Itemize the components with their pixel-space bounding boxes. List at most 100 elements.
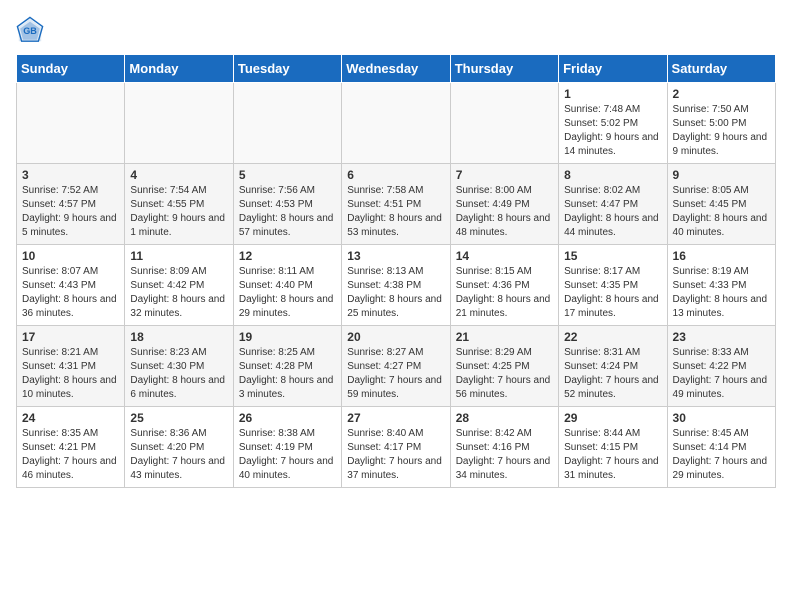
- calendar-week-5: 24 Sunrise: 8:35 AM Sunset: 4:21 PM Dayli…: [17, 407, 776, 488]
- calendar-day-16: 16 Sunrise: 8:19 AM Sunset: 4:33 PM Dayli…: [667, 245, 775, 326]
- day-number: 22: [564, 330, 661, 344]
- day-info: Sunrise: 8:42 AM Sunset: 4:16 PM Dayligh…: [456, 427, 553, 483]
- calendar-day-25: 25 Sunrise: 8:36 AM Sunset: 4:20 PM Dayli…: [125, 407, 233, 488]
- calendar-day-26: 26Sunrise: 8:38 AM Sunset: 4:19 PM Dayli…: [233, 407, 341, 488]
- calendar-day-22: 22 Sunrise: 8:31 AM Sunset: 4:24 PM Dayli…: [559, 326, 667, 407]
- day-of-week-thursday: Thursday: [450, 55, 558, 83]
- day-info: Sunrise: 8:05 AM Sunset: 4:45 PM Dayligh…: [673, 184, 770, 240]
- calendar-week-4: 17 Sunrise: 8:21 AM Sunset: 4:31 PM Dayli…: [17, 326, 776, 407]
- calendar-day-24: 24 Sunrise: 8:35 AM Sunset: 4:21 PM Dayli…: [17, 407, 125, 488]
- day-of-week-sunday: Sunday: [17, 55, 125, 83]
- day-of-week-wednesday: Wednesday: [342, 55, 450, 83]
- calendar-day-5: 5 Sunrise: 7:56 AM Sunset: 4:53 PM Daylig…: [233, 164, 341, 245]
- day-number: 3: [22, 168, 119, 182]
- calendar-day-1: 1 Sunrise: 7:48 AM Sunset: 5:02 PM Daylig…: [559, 83, 667, 164]
- logo: GB: [16, 16, 48, 44]
- day-number: 6: [347, 168, 444, 182]
- day-number: 19: [239, 330, 336, 344]
- calendar-day-12: 12Sunrise: 8:11 AM Sunset: 4:40 PM Dayli…: [233, 245, 341, 326]
- empty-cell: [342, 83, 450, 164]
- day-number: 12: [239, 249, 336, 263]
- calendar-day-27: 27 Sunrise: 8:40 AM Sunset: 4:17 PM Dayli…: [342, 407, 450, 488]
- day-number: 18: [130, 330, 227, 344]
- day-number: 15: [564, 249, 661, 263]
- calendar-day-8: 8Sunrise: 8:02 AM Sunset: 4:47 PM Daylig…: [559, 164, 667, 245]
- day-number: 13: [347, 249, 444, 263]
- day-info: Sunrise: 7:54 AM Sunset: 4:55 PM Dayligh…: [130, 184, 227, 240]
- day-info: Sunrise: 8:23 AM Sunset: 4:30 PM Dayligh…: [130, 346, 227, 402]
- day-info: Sunrise: 7:56 AM Sunset: 4:53 PM Dayligh…: [239, 184, 336, 240]
- calendar-day-2: 2 Sunrise: 7:50 AM Sunset: 5:00 PM Daylig…: [667, 83, 775, 164]
- page-header: GB: [16, 16, 776, 44]
- day-number: 29: [564, 411, 661, 425]
- day-number: 21: [456, 330, 553, 344]
- calendar-day-9: 9 Sunrise: 8:05 AM Sunset: 4:45 PM Daylig…: [667, 164, 775, 245]
- day-info: Sunrise: 8:07 AM Sunset: 4:43 PM Dayligh…: [22, 265, 119, 321]
- day-number: 1: [564, 87, 661, 101]
- calendar-day-15: 15 Sunrise: 8:17 AM Sunset: 4:35 PM Dayli…: [559, 245, 667, 326]
- day-of-week-monday: Monday: [125, 55, 233, 83]
- day-number: 9: [673, 168, 770, 182]
- day-info: Sunrise: 8:36 AM Sunset: 4:20 PM Dayligh…: [130, 427, 227, 483]
- calendar-day-11: 11 Sunrise: 8:09 AM Sunset: 4:42 PM Dayli…: [125, 245, 233, 326]
- day-number: 27: [347, 411, 444, 425]
- day-number: 11: [130, 249, 227, 263]
- day-info: Sunrise: 8:38 AM Sunset: 4:19 PM Dayligh…: [239, 427, 336, 483]
- calendar-day-28: 28 Sunrise: 8:42 AM Sunset: 4:16 PM Dayli…: [450, 407, 558, 488]
- day-info: Sunrise: 8:17 AM Sunset: 4:35 PM Dayligh…: [564, 265, 661, 321]
- calendar-day-13: 13Sunrise: 8:13 AM Sunset: 4:38 PM Dayli…: [342, 245, 450, 326]
- calendar-day-29: 29 Sunrise: 8:44 AM Sunset: 4:15 PM Dayli…: [559, 407, 667, 488]
- day-info: Sunrise: 8:15 AM Sunset: 4:36 PM Dayligh…: [456, 265, 553, 321]
- calendar-week-3: 10 Sunrise: 8:07 AM Sunset: 4:43 PM Dayli…: [17, 245, 776, 326]
- calendar-day-19: 19 Sunrise: 8:25 AM Sunset: 4:28 PM Dayli…: [233, 326, 341, 407]
- day-info: Sunrise: 8:29 AM Sunset: 4:25 PM Dayligh…: [456, 346, 553, 402]
- day-info: Sunrise: 8:25 AM Sunset: 4:28 PM Dayligh…: [239, 346, 336, 402]
- day-info: Sunrise: 8:21 AM Sunset: 4:31 PM Dayligh…: [22, 346, 119, 402]
- day-info: Sunrise: 8:00 AM Sunset: 4:49 PM Dayligh…: [456, 184, 553, 240]
- calendar-week-1: 1 Sunrise: 7:48 AM Sunset: 5:02 PM Daylig…: [17, 83, 776, 164]
- day-info: Sunrise: 7:52 AM Sunset: 4:57 PM Dayligh…: [22, 184, 119, 240]
- calendar-day-17: 17 Sunrise: 8:21 AM Sunset: 4:31 PM Dayli…: [17, 326, 125, 407]
- day-number: 28: [456, 411, 553, 425]
- day-info: Sunrise: 8:27 AM Sunset: 4:27 PM Dayligh…: [347, 346, 444, 402]
- day-info: Sunrise: 8:02 AM Sunset: 4:47 PM Dayligh…: [564, 184, 661, 240]
- day-info: Sunrise: 8:19 AM Sunset: 4:33 PM Dayligh…: [673, 265, 770, 321]
- calendar-day-10: 10 Sunrise: 8:07 AM Sunset: 4:43 PM Dayli…: [17, 245, 125, 326]
- day-number: 30: [673, 411, 770, 425]
- day-info: Sunrise: 8:40 AM Sunset: 4:17 PM Dayligh…: [347, 427, 444, 483]
- calendar: SundayMondayTuesdayWednesdayThursdayFrid…: [16, 54, 776, 488]
- day-info: Sunrise: 8:09 AM Sunset: 4:42 PM Dayligh…: [130, 265, 227, 321]
- day-number: 16: [673, 249, 770, 263]
- empty-cell: [17, 83, 125, 164]
- day-number: 25: [130, 411, 227, 425]
- calendar-day-18: 18 Sunrise: 8:23 AM Sunset: 4:30 PM Dayli…: [125, 326, 233, 407]
- calendar-day-20: 20Sunrise: 8:27 AM Sunset: 4:27 PM Dayli…: [342, 326, 450, 407]
- day-info: Sunrise: 7:48 AM Sunset: 5:02 PM Dayligh…: [564, 103, 661, 159]
- empty-cell: [450, 83, 558, 164]
- day-info: Sunrise: 7:50 AM Sunset: 5:00 PM Dayligh…: [673, 103, 770, 159]
- calendar-day-14: 14Sunrise: 8:15 AM Sunset: 4:36 PM Dayli…: [450, 245, 558, 326]
- day-number: 23: [673, 330, 770, 344]
- day-number: 24: [22, 411, 119, 425]
- day-number: 17: [22, 330, 119, 344]
- day-number: 2: [673, 87, 770, 101]
- day-of-week-tuesday: Tuesday: [233, 55, 341, 83]
- day-number: 7: [456, 168, 553, 182]
- calendar-day-6: 6 Sunrise: 7:58 AM Sunset: 4:51 PM Daylig…: [342, 164, 450, 245]
- day-info: Sunrise: 7:58 AM Sunset: 4:51 PM Dayligh…: [347, 184, 444, 240]
- calendar-day-4: 4Sunrise: 7:54 AM Sunset: 4:55 PM Daylig…: [125, 164, 233, 245]
- calendar-day-23: 23 Sunrise: 8:33 AM Sunset: 4:22 PM Dayli…: [667, 326, 775, 407]
- day-info: Sunrise: 8:35 AM Sunset: 4:21 PM Dayligh…: [22, 427, 119, 483]
- day-info: Sunrise: 8:44 AM Sunset: 4:15 PM Dayligh…: [564, 427, 661, 483]
- calendar-week-2: 3 Sunrise: 7:52 AM Sunset: 4:57 PM Daylig…: [17, 164, 776, 245]
- calendar-day-30: 30 Sunrise: 8:45 AM Sunset: 4:14 PM Dayli…: [667, 407, 775, 488]
- svg-text:GB: GB: [23, 26, 37, 36]
- day-info: Sunrise: 8:33 AM Sunset: 4:22 PM Dayligh…: [673, 346, 770, 402]
- calendar-day-7: 7 Sunrise: 8:00 AM Sunset: 4:49 PM Daylig…: [450, 164, 558, 245]
- day-number: 5: [239, 168, 336, 182]
- day-number: 10: [22, 249, 119, 263]
- calendar-header-row: SundayMondayTuesdayWednesdayThursdayFrid…: [17, 55, 776, 83]
- day-info: Sunrise: 8:31 AM Sunset: 4:24 PM Dayligh…: [564, 346, 661, 402]
- day-info: Sunrise: 8:45 AM Sunset: 4:14 PM Dayligh…: [673, 427, 770, 483]
- calendar-day-3: 3 Sunrise: 7:52 AM Sunset: 4:57 PM Daylig…: [17, 164, 125, 245]
